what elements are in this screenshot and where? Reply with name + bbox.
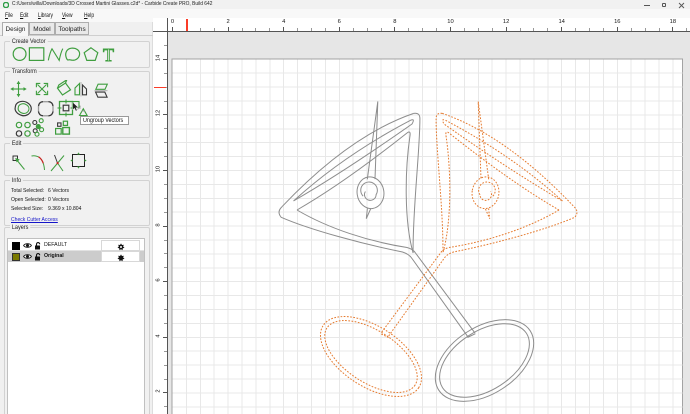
svg-text:T: T [103, 47, 114, 62]
